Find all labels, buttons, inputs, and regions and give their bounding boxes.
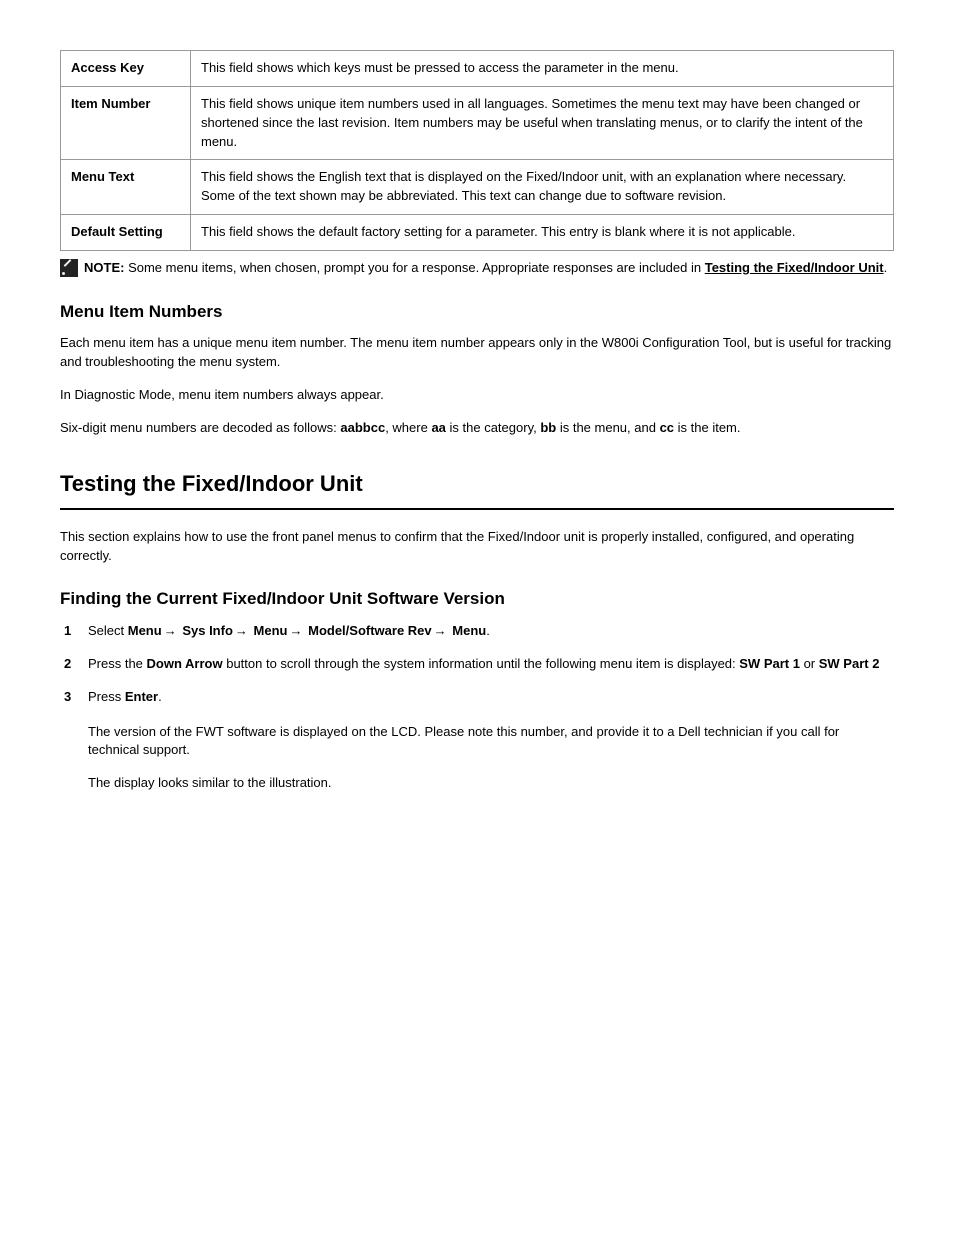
note-icon — [60, 259, 78, 277]
cell-key: Item Number — [61, 86, 191, 160]
button-name: Down Arrow — [147, 656, 223, 671]
code: bb — [540, 420, 556, 435]
step-list: Select Menu→ Sys Info→ Menu→ Model/Softw… — [60, 622, 894, 707]
note: NOTE: Some menu items, when chosen, prom… — [60, 259, 894, 278]
arrow-icon: → — [233, 623, 250, 638]
code: cc — [660, 420, 674, 435]
paragraph: The version of the FWT software is displ… — [60, 723, 894, 761]
subsection-title: Menu Item Numbers — [60, 300, 894, 325]
table-row: Item Number This field shows unique item… — [61, 86, 894, 160]
note-body: Some menu items, when chosen, prompt you… — [124, 260, 704, 275]
text: Press — [88, 689, 125, 704]
list-item: Select Menu→ Sys Info→ Menu→ Model/Softw… — [60, 622, 894, 641]
text: , where — [385, 420, 431, 435]
note-tail: . — [884, 260, 888, 275]
arrow-icon: → — [432, 623, 449, 638]
menu-label: Model/Software Rev — [308, 623, 432, 638]
text: Press the — [88, 656, 147, 671]
menu-label: Menu — [254, 623, 288, 638]
cell-desc: This field shows the English text that i… — [191, 160, 894, 215]
menu-label: Menu — [128, 623, 162, 638]
arrow-icon: → — [287, 623, 304, 638]
menu-label: Menu — [452, 623, 486, 638]
note-text: NOTE: Some menu items, when chosen, prom… — [84, 259, 887, 278]
cell-desc: This field shows unique item numbers use… — [191, 86, 894, 160]
text: is the category, — [446, 420, 540, 435]
section-intro: This section explains how to use the fro… — [60, 528, 894, 566]
text: . — [158, 689, 162, 704]
code: aabbcc — [340, 420, 385, 435]
menu-path: Menu→ Sys Info→ Menu→ Model/Software Rev… — [128, 623, 486, 638]
cell-key: Access Key — [61, 51, 191, 87]
menu-label: SW Part 2 — [819, 656, 880, 671]
button-name: Enter — [125, 689, 158, 704]
table-row: Menu Text This field shows the English t… — [61, 160, 894, 215]
text: is the menu, and — [556, 420, 659, 435]
note-label: NOTE: — [84, 260, 124, 275]
cell-key: Default Setting — [61, 215, 191, 251]
code: aa — [431, 420, 445, 435]
subsection-title: Finding the Current Fixed/Indoor Unit So… — [60, 587, 894, 612]
list-item: Press the Down Arrow button to scroll th… — [60, 655, 894, 674]
table-row: Default Setting This field shows the def… — [61, 215, 894, 251]
table-row: Access Key This field shows which keys m… — [61, 51, 894, 87]
paragraph: Six-digit menu numbers are decoded as fo… — [60, 419, 894, 438]
text: Select — [88, 623, 128, 638]
cell-desc: This field shows which keys must be pres… — [191, 51, 894, 87]
text: is the item. — [674, 420, 740, 435]
paragraph: The display looks similar to the illustr… — [60, 774, 894, 793]
note-link[interactable]: Testing the Fixed/Indoor Unit — [705, 260, 884, 275]
cell-desc: This field shows the default factory set… — [191, 215, 894, 251]
text: . — [486, 623, 490, 638]
list-item: Press Enter. — [60, 688, 894, 707]
parameter-table: Access Key This field shows which keys m… — [60, 50, 894, 251]
section-title: Testing the Fixed/Indoor Unit — [60, 468, 894, 510]
menu-label: SW Part 1 — [739, 656, 800, 671]
paragraph: Each menu item has a unique menu item nu… — [60, 334, 894, 372]
text: button to scroll through the system info… — [223, 656, 740, 671]
arrow-icon: → — [162, 623, 179, 638]
text: or — [800, 656, 819, 671]
cell-key: Menu Text — [61, 160, 191, 215]
text: Six-digit menu numbers are decoded as fo… — [60, 420, 340, 435]
menu-label: Sys Info — [182, 623, 233, 638]
paragraph: In Diagnostic Mode, menu item numbers al… — [60, 386, 894, 405]
